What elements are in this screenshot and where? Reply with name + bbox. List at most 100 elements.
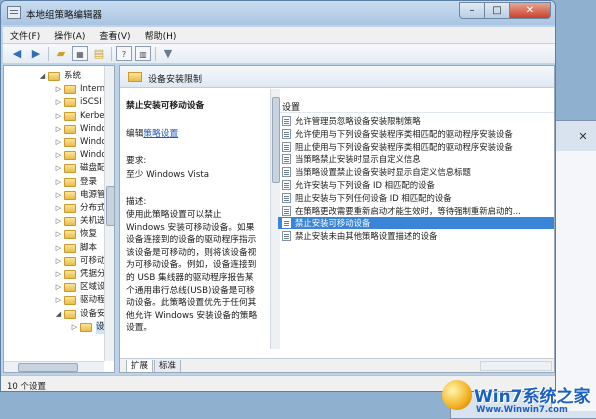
expand-arrow-icon[interactable]: ▷ — [54, 96, 63, 109]
setting-row[interactable]: 禁止安装可移动设备 — [278, 217, 554, 230]
expand-arrow-icon[interactable]: ▷ — [54, 83, 63, 96]
expand-arrow-icon[interactable]: ▷ — [54, 176, 63, 189]
tree-item-label: 恢复 — [80, 229, 98, 240]
edit-policy-link[interactable]: 策略设置 — [143, 129, 178, 139]
show-hide-tree-icon[interactable]: ▦ — [72, 46, 88, 61]
collapse-arrow-icon[interactable]: ◢ — [54, 308, 63, 321]
tree-pane: ◢ 系统 ▷ Intern ▷ iSCSI ▷ Kerbe ▷ Windo ▷ Windo ▷ Windo… — [3, 65, 115, 373]
expand-arrow-icon[interactable]: ▷ — [54, 189, 63, 202]
folder-icon — [64, 296, 76, 306]
tree-item-label: 可移动 — [80, 255, 106, 266]
minimize-button[interactable]: – — [459, 2, 485, 19]
policy-setting-icon — [282, 205, 291, 216]
requirements-label: 要求: — [126, 156, 147, 166]
folder-icon — [64, 270, 76, 279]
tree-item-label: 凭据分 — [80, 269, 106, 279]
folder-icon — [64, 217, 76, 227]
folder-icon — [64, 309, 76, 319]
tree-item-label: Windo — [80, 123, 107, 134]
maximize-button[interactable]: □ — [484, 2, 510, 19]
expand-arrow-icon[interactable]: ▷ — [54, 281, 63, 294]
expand-arrow-icon[interactable]: ▷ — [70, 321, 79, 334]
background-close-icon[interactable]: ✕ — [576, 131, 590, 143]
expand-arrow-icon[interactable]: ▷ — [54, 268, 63, 281]
expand-arrow-icon[interactable]: ▷ — [54, 228, 63, 241]
policy-setting-icon — [282, 141, 291, 152]
export-list-icon[interactable]: ▤ — [91, 46, 107, 61]
watermark-url: Www.Winwin7.com — [476, 405, 568, 415]
policy-setting-icon — [282, 167, 291, 178]
expand-arrow-icon[interactable]: ▷ — [54, 149, 63, 162]
setting-label: 允许使用与下列设备安装程序类相匹配的驱动程序安装设备 — [295, 128, 513, 139]
expand-arrow-icon[interactable]: ▷ — [54, 123, 63, 136]
collapse-arrow-icon[interactable]: ◢ — [38, 70, 47, 83]
edit-line: 编辑策略设置 — [126, 128, 178, 141]
window-controls: – □ ✕ — [459, 2, 551, 19]
toolbar: ◀ ▶ ▰ ▦ ▤ ? ▥ ▼ — [3, 44, 555, 64]
policy-setting-icon — [282, 218, 291, 229]
expand-arrow-icon[interactable]: ▷ — [54, 136, 63, 149]
settings-column-header[interactable]: 设置 — [279, 100, 554, 113]
tree-item-label: 脚本 — [80, 242, 98, 253]
menu-file[interactable]: 文件(F) — [3, 29, 47, 42]
setting-row[interactable]: 允许使用与下列设备安装程序类相匹配的驱动程序安装设备 — [278, 128, 554, 140]
tree-item-label: 区域设 — [80, 282, 106, 293]
watermark-emblem-icon — [442, 380, 472, 410]
folder-icon — [64, 151, 76, 161]
folder-icon — [64, 164, 76, 174]
setting-row[interactable]: 允许安装与下列设备 ID 相匹配的设备 — [278, 179, 554, 191]
setting-row[interactable]: 在策略更改需要重新启动才能生效时，等待强制重新启动的... — [278, 205, 554, 217]
tree-scroll-thumb[interactable] — [106, 186, 114, 226]
folder-icon — [64, 98, 76, 108]
tree-hscroll-thumb[interactable] — [18, 363, 78, 372]
menu-view[interactable]: 查看(V) — [92, 29, 137, 42]
policy-setting-icon — [282, 231, 291, 242]
tree-vertical-scrollbar[interactable] — [104, 66, 114, 361]
menu-help[interactable]: 帮助(H) — [138, 29, 184, 42]
tree-item-label: 系统 — [64, 71, 82, 81]
watermark-brand: Win7系统之家 — [474, 387, 591, 407]
expand-arrow-icon[interactable]: ▷ — [54, 294, 63, 307]
description-body: 使用此策略设置可以禁止 Windows 安装可移动设备。如果 设备连接到的设备的… — [126, 210, 258, 334]
edit-prefix: 编辑 — [126, 129, 144, 139]
expand-arrow-icon[interactable]: ▷ — [54, 110, 63, 123]
setting-label: 允许管理员忽略设备安装限制策略 — [295, 116, 421, 126]
setting-label: 禁止安装未由其他策略设置描述的设备 — [295, 231, 438, 242]
tree-item-label: 关机选 — [80, 216, 106, 227]
expand-arrow-icon[interactable]: ▷ — [54, 162, 63, 175]
back-arrow-icon[interactable]: ◀ — [9, 46, 25, 61]
help-icon[interactable]: ? — [116, 46, 132, 61]
menu-action[interactable]: 操作(A) — [47, 29, 92, 42]
policy-title: 禁止安装可移动设备 — [126, 101, 205, 111]
setting-row[interactable]: 阻止安装与下列任何设备 ID 相匹配的设备 — [278, 192, 554, 204]
tree-item-label: 电源管 — [80, 189, 106, 200]
title-bar[interactable]: 本地组策略编辑器 – □ ✕ — [1, 1, 555, 25]
setting-row[interactable]: 允许管理员忽略设备安装限制策略 — [278, 115, 554, 127]
expand-arrow-icon[interactable]: ▷ — [54, 215, 63, 228]
folder-icon — [64, 243, 76, 253]
folder-icon — [48, 72, 60, 81]
setting-row[interactable]: 当策略设置禁止设备安装时显示自定义信息标题 — [278, 166, 554, 178]
tab-extended[interactable]: 扩展 — [126, 360, 154, 372]
properties-icon[interactable]: ▥ — [135, 46, 151, 61]
toolbar-separator — [155, 46, 156, 61]
up-folder-icon[interactable]: ▰ — [53, 46, 69, 61]
expand-arrow-icon[interactable]: ▷ — [54, 202, 63, 215]
setting-row[interactable]: 禁止安装未由其他策略设置描述的设备 — [278, 230, 554, 242]
expand-arrow-icon[interactable]: ▷ — [54, 242, 63, 255]
window-title: 本地组策略编辑器 — [26, 10, 103, 21]
setting-row[interactable]: 阻止使用与下列设备安装程序类相匹配的驱动程序安装设备 — [278, 141, 554, 153]
expand-arrow-icon[interactable]: ▷ — [54, 255, 63, 268]
tab-standard[interactable]: 标准 — [154, 360, 182, 372]
list-horizontal-scrollbar[interactable] — [480, 361, 552, 371]
folder-icon — [64, 204, 76, 213]
setting-label: 当策略禁止安装时显示自定义信息 — [295, 154, 421, 165]
folder-icon — [64, 124, 76, 134]
filter-icon[interactable]: ▼ — [160, 46, 176, 61]
setting-row[interactable]: 当策略禁止安装时显示自定义信息 — [278, 153, 554, 165]
tree-horizontal-scrollbar[interactable] — [4, 361, 104, 372]
details-header-title: 设备安装限制 — [148, 75, 203, 85]
close-button[interactable]: ✕ — [509, 2, 551, 19]
folder-icon — [64, 230, 76, 240]
forward-arrow-icon[interactable]: ▶ — [28, 46, 44, 61]
